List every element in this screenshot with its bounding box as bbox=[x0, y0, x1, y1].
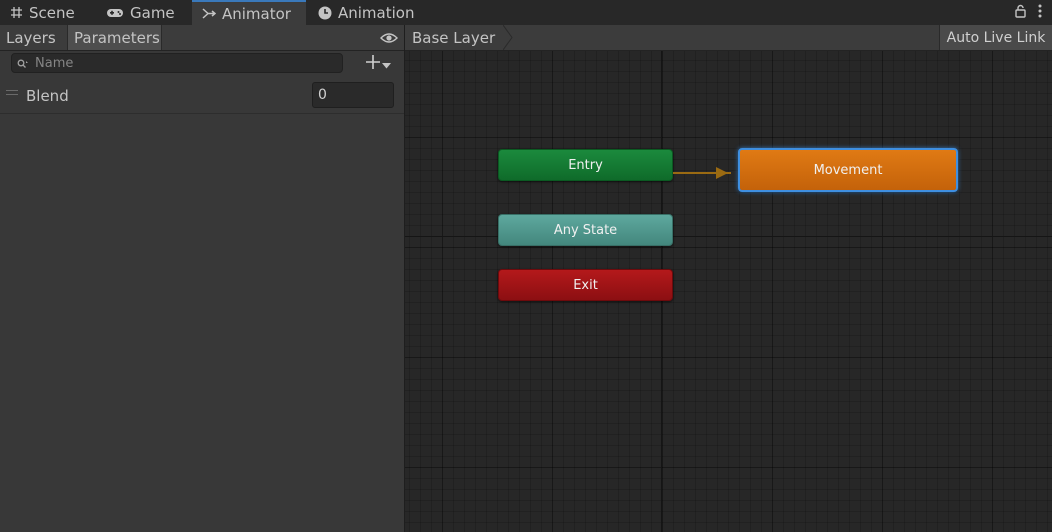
breadcrumb-arrow-icon bbox=[502, 25, 515, 54]
window-tools bbox=[1015, 3, 1042, 22]
search-icon bbox=[17, 54, 29, 73]
entry-state-label: Entry bbox=[568, 157, 603, 173]
tab-parameters[interactable]: Parameters bbox=[68, 25, 162, 50]
gamepad-icon bbox=[106, 7, 124, 19]
parameter-value-field[interactable] bbox=[312, 82, 394, 108]
animator-graph[interactable]: Base Layer Auto Live Link Entry Any Stat… bbox=[405, 25, 1052, 532]
search-field[interactable] bbox=[11, 53, 343, 73]
search-input[interactable] bbox=[35, 55, 325, 71]
tab-scene-label: Scene bbox=[29, 3, 75, 22]
auto-live-link-button[interactable]: Auto Live Link bbox=[939, 25, 1052, 50]
movement-state-node[interactable]: Movement bbox=[738, 148, 958, 192]
tab-animator-label: Animator bbox=[222, 4, 291, 23]
graph-toolbar: Base Layer Auto Live Link bbox=[405, 25, 1052, 51]
entry-to-movement-transition[interactable] bbox=[673, 165, 739, 181]
entry-state-node[interactable]: Entry bbox=[498, 149, 673, 181]
tab-animation[interactable]: Animation bbox=[308, 0, 428, 25]
tab-game-label: Game bbox=[130, 3, 175, 22]
tab-animation-label: Animation bbox=[338, 3, 415, 22]
tab-layers-label: Layers bbox=[6, 28, 56, 47]
any-state-label: Any State bbox=[553, 222, 618, 238]
tab-layers[interactable]: Layers bbox=[0, 25, 68, 50]
add-parameter-button[interactable] bbox=[366, 54, 391, 73]
animator-icon bbox=[202, 7, 216, 20]
tab-animator[interactable]: Animator bbox=[192, 0, 306, 25]
window-tab-bar: Scene Game Animator Animation bbox=[0, 0, 1052, 26]
more-options-icon[interactable] bbox=[1038, 3, 1042, 22]
eye-icon[interactable] bbox=[380, 30, 398, 49]
tab-parameters-label: Parameters bbox=[74, 28, 160, 47]
drag-handle[interactable] bbox=[6, 90, 18, 96]
breadcrumb-label: Base Layer bbox=[412, 28, 496, 47]
parameter-name: Blend bbox=[26, 87, 69, 105]
transition-arrow-icon bbox=[716, 167, 728, 179]
any-state-node[interactable]: Any State bbox=[498, 214, 673, 246]
parameter-row[interactable]: Blend bbox=[0, 79, 404, 114]
search-row bbox=[0, 51, 404, 77]
plus-icon bbox=[366, 54, 380, 73]
breadcrumb[interactable]: Base Layer bbox=[405, 25, 508, 50]
exit-state-label: Exit bbox=[573, 277, 598, 293]
tab-game[interactable]: Game bbox=[96, 0, 192, 25]
auto-live-link-label: Auto Live Link bbox=[946, 29, 1046, 46]
movement-state-label: Movement bbox=[813, 162, 883, 178]
grid-icon bbox=[10, 6, 23, 19]
parameters-panel: Layers Parameters Blend bbox=[0, 25, 405, 532]
tab-scene[interactable]: Scene bbox=[0, 0, 96, 25]
chevron-down-icon bbox=[382, 54, 391, 73]
lock-icon[interactable] bbox=[1015, 3, 1026, 22]
exit-state-node[interactable]: Exit bbox=[498, 269, 673, 301]
clock-icon bbox=[318, 6, 332, 20]
panel-toolbar: Layers Parameters bbox=[0, 25, 404, 51]
